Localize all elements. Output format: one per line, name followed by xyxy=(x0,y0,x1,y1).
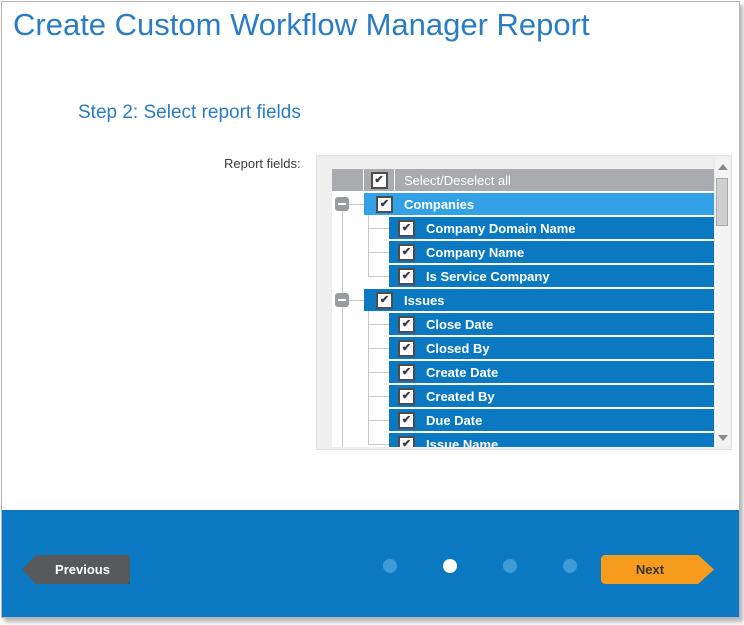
minus-glyph xyxy=(338,203,346,205)
tree-row[interactable]: ✔ Issue Name xyxy=(389,433,714,447)
check-icon: ✔ xyxy=(402,247,411,258)
tree-connector xyxy=(368,276,389,277)
step-dot-1[interactable] xyxy=(383,559,397,573)
row-checkbox[interactable]: ✔ xyxy=(398,364,415,381)
selectall-checkbox[interactable]: ✔ xyxy=(371,172,388,189)
scroll-up-button[interactable] xyxy=(715,160,730,174)
page-title: Create Custom Workflow Manager Report xyxy=(13,7,590,43)
row-label: Company Name xyxy=(426,245,524,260)
row-label: Company Domain Name xyxy=(426,221,576,236)
tree-child-line xyxy=(368,215,369,276)
tree-header-blank-cell xyxy=(332,169,363,191)
tree-row[interactable]: ✔ Issues xyxy=(364,289,714,311)
row-checkbox[interactable]: ✔ xyxy=(398,316,415,333)
collapse-icon[interactable] xyxy=(335,197,349,211)
tree-connector xyxy=(368,324,389,325)
scroll-up-icon xyxy=(718,164,728,170)
row-label: Create Date xyxy=(426,365,498,380)
report-fields-listbox: ✔ Select/Deselect all ✔ Companies ✔ Company… xyxy=(316,155,732,450)
row-label: Closed By xyxy=(426,341,490,356)
row-label: Issues xyxy=(404,293,444,308)
minus-glyph xyxy=(338,299,346,301)
check-icon: ✔ xyxy=(380,199,389,210)
row-label: Created By xyxy=(426,389,495,404)
check-icon: ✔ xyxy=(402,271,411,282)
next-button[interactable]: Next xyxy=(601,555,714,584)
collapse-icon[interactable] xyxy=(335,293,349,307)
tree-connector xyxy=(368,372,389,373)
tree-connector xyxy=(368,348,389,349)
tree-row[interactable]: ✔ Create Date xyxy=(389,361,714,383)
scroll-down-button[interactable] xyxy=(715,431,730,445)
scroll-down-icon xyxy=(718,435,728,441)
tree-row[interactable]: ✔ Created By xyxy=(389,385,714,407)
row-label: Is Service Company xyxy=(426,269,550,284)
row-checkbox[interactable]: ✔ xyxy=(398,244,415,261)
tree-root-line xyxy=(342,211,343,447)
tree-row[interactable]: ✔ Company Domain Name xyxy=(389,217,714,239)
previous-button[interactable]: Previous xyxy=(22,555,130,584)
tree-header-row[interactable]: ✔ Select/Deselect all xyxy=(332,169,714,191)
wizard-window: Create Custom Workflow Manager Report St… xyxy=(1,1,740,618)
row-checkbox[interactable]: ✔ xyxy=(376,292,393,309)
tree-row[interactable]: ✔ Company Name xyxy=(389,241,714,263)
check-icon: ✔ xyxy=(402,415,411,426)
step-dot-2[interactable] xyxy=(443,559,457,573)
tree-row[interactable]: ✔ Due Date xyxy=(389,409,714,431)
check-icon: ✔ xyxy=(402,367,411,378)
scrollbar[interactable] xyxy=(714,159,730,446)
tree-header-checkbox-cell: ✔ xyxy=(364,169,394,191)
step-dot-4[interactable] xyxy=(563,559,577,573)
row-checkbox[interactable]: ✔ xyxy=(398,268,415,285)
tree-connector xyxy=(349,204,364,205)
row-checkbox[interactable]: ✔ xyxy=(398,220,415,237)
tree-row[interactable]: ✔ Is Service Company xyxy=(389,265,714,287)
tree-connector xyxy=(368,396,389,397)
row-checkbox[interactable]: ✔ xyxy=(398,340,415,357)
report-fields-label: Report fields: xyxy=(224,156,301,171)
tree-child-line xyxy=(368,311,369,444)
row-label: Due Date xyxy=(426,413,482,428)
row-checkbox[interactable]: ✔ xyxy=(398,388,415,405)
tree-connector xyxy=(368,420,389,421)
step-heading: Step 2: Select report fields xyxy=(78,102,301,124)
tree-connector xyxy=(368,228,389,229)
tree-row[interactable]: ✔ Companies xyxy=(364,193,714,215)
row-checkbox[interactable]: ✔ xyxy=(398,412,415,429)
check-icon: ✔ xyxy=(402,223,411,234)
tree-header-label: Select/Deselect all xyxy=(395,169,714,191)
scrollbar-thumb[interactable] xyxy=(716,178,728,226)
row-checkbox[interactable]: ✔ xyxy=(398,436,415,448)
check-icon: ✔ xyxy=(402,319,411,330)
tree-connector xyxy=(368,252,389,253)
tree: ✔ Select/Deselect all ✔ Companies ✔ Company… xyxy=(332,169,714,447)
row-checkbox[interactable]: ✔ xyxy=(376,196,393,213)
wizard-footer: Previous Next xyxy=(2,510,739,617)
check-icon: ✔ xyxy=(380,295,389,306)
row-label: Close Date xyxy=(426,317,493,332)
tree-row[interactable]: ✔ Close Date xyxy=(389,313,714,335)
row-label: Companies xyxy=(404,197,474,212)
check-icon: ✔ xyxy=(402,439,411,448)
tree-connector xyxy=(349,300,364,301)
check-icon: ✔ xyxy=(402,343,411,354)
row-label: Issue Name xyxy=(426,437,498,448)
check-icon: ✔ xyxy=(402,391,411,402)
tree-connector xyxy=(368,444,389,445)
check-icon: ✔ xyxy=(374,175,383,186)
step-dot-3[interactable] xyxy=(503,559,517,573)
tree-row[interactable]: ✔ Closed By xyxy=(389,337,714,359)
